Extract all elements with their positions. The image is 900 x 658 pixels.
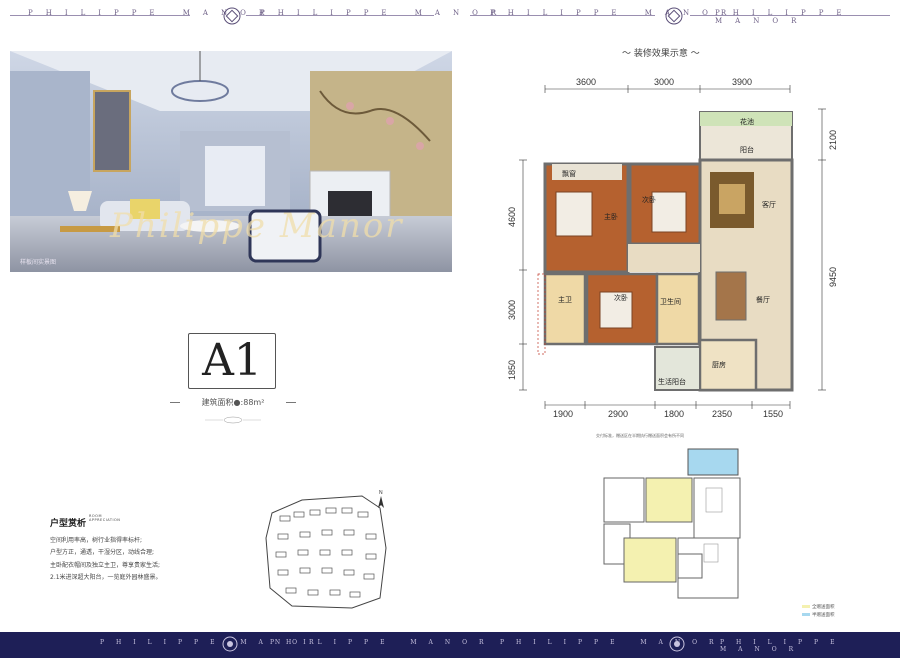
- manor-emblem-icon: [669, 636, 685, 652]
- mini-floor-plan: [603, 448, 741, 599]
- svg-text:N: N: [379, 490, 383, 496]
- label-second-bedroom-b: 次卧: [614, 293, 628, 302]
- label-utility-balcony: 生活阳台: [658, 377, 686, 386]
- analysis-line: 2.1米进深超大阳台，一览庭外园林盛景。: [50, 573, 162, 581]
- plan-heading: ～ 装修效果示意 ～: [622, 49, 700, 59]
- top-banner: PHILIPPE MANOR PHILIPPE MANOR PHILIPPE M…: [0, 0, 900, 30]
- label-balcony: 阳台: [740, 145, 754, 154]
- photo-watermark: Philippe Manor: [110, 206, 404, 246]
- analysis-line: 主卧配衣帽间及独立主卫，尊享贵家生活;: [50, 561, 161, 569]
- label-living-room: 客厅: [762, 200, 776, 209]
- dim-left-2: 3000: [507, 300, 517, 320]
- dim-top-2: 3000: [654, 77, 674, 87]
- label-second-bedroom-a: 次卧: [642, 195, 656, 204]
- banner-brand-far: PHILIPPE MANOR: [715, 9, 855, 25]
- manor-emblem-icon: [665, 7, 683, 25]
- footer-brand-right: PHILIPPE MANOR: [500, 639, 726, 646]
- north-arrow-icon: N: [378, 490, 384, 508]
- analysis-line: 空间利用率高，树行业指得率标杆;: [50, 537, 143, 544]
- label-flower-bed: 花池: [740, 117, 754, 126]
- legend-half: 半赠送面积: [802, 612, 835, 618]
- dim-left-3: 1850: [507, 360, 517, 380]
- analysis-title-en: ROOM APPRECIATION: [89, 514, 120, 522]
- building-area: 建筑面积●:88m²: [170, 397, 296, 408]
- label-bay-window: 飘窗: [562, 169, 576, 178]
- dim-bottom-2: 2900: [608, 409, 628, 417]
- manor-emblem-icon: [222, 636, 238, 652]
- dim-right-1: 2100: [828, 130, 838, 150]
- analysis-title-en-2: APPRECIATION: [89, 518, 121, 522]
- bottom-banner: PHILIPPE MANOR PHILIPPE MANOR PHILIPPE M…: [0, 632, 900, 658]
- dim-top-3: 3900: [732, 77, 752, 87]
- interior-photo: Philippe Manor 样板间实景图: [10, 51, 452, 272]
- dim-right-2: 9450: [828, 267, 838, 287]
- dim-top-1: 3600: [576, 77, 596, 87]
- dim-left-1: 4600: [507, 207, 517, 227]
- unit-code-box: A1: [188, 333, 276, 389]
- label-master-bedroom: 主卧: [604, 212, 618, 221]
- mini-plan-note: 交付标准，赠送区在半期执行赠送面积会有所不同: [596, 433, 684, 438]
- label-kitchen: 厨房: [712, 360, 726, 369]
- dim-bottom-4: 2350: [712, 409, 732, 417]
- dim-bottom-5: 1550: [763, 409, 783, 417]
- label-master-bath: 主卫: [558, 295, 572, 304]
- label-bathroom: 卫生间: [660, 297, 681, 306]
- site-plan: N: [265, 490, 387, 609]
- label-dining-room: 餐厅: [756, 295, 770, 304]
- legend-full: 全赠送面积: [802, 604, 835, 610]
- footer-brand-far: PHILIPPE MANOR: [720, 639, 847, 653]
- footer-brand-mid: PHILIPPE MANOR: [270, 639, 496, 646]
- manor-emblem-icon: [223, 7, 241, 25]
- analysis-line: 户型方正，通透，干湿分区，动线合理;: [50, 549, 155, 557]
- unit-code: A1: [202, 335, 262, 386]
- photo-caption: 样板间实景图: [20, 259, 57, 266]
- analysis-title: 户型赏析: [50, 519, 87, 529]
- small-logo-icon: [205, 416, 261, 424]
- analysis-text: 空间利用率高，树行业指得率标杆; 户型方正，通透，干湿分区，动线合理; 主卧配衣…: [50, 535, 210, 584]
- dim-bottom-3: 1800: [664, 409, 684, 417]
- dim-bottom-1: 1900: [553, 409, 573, 417]
- floor-plan: 3600 3000 3900 1900 2900 1800 2350 1550 …: [507, 77, 838, 417]
